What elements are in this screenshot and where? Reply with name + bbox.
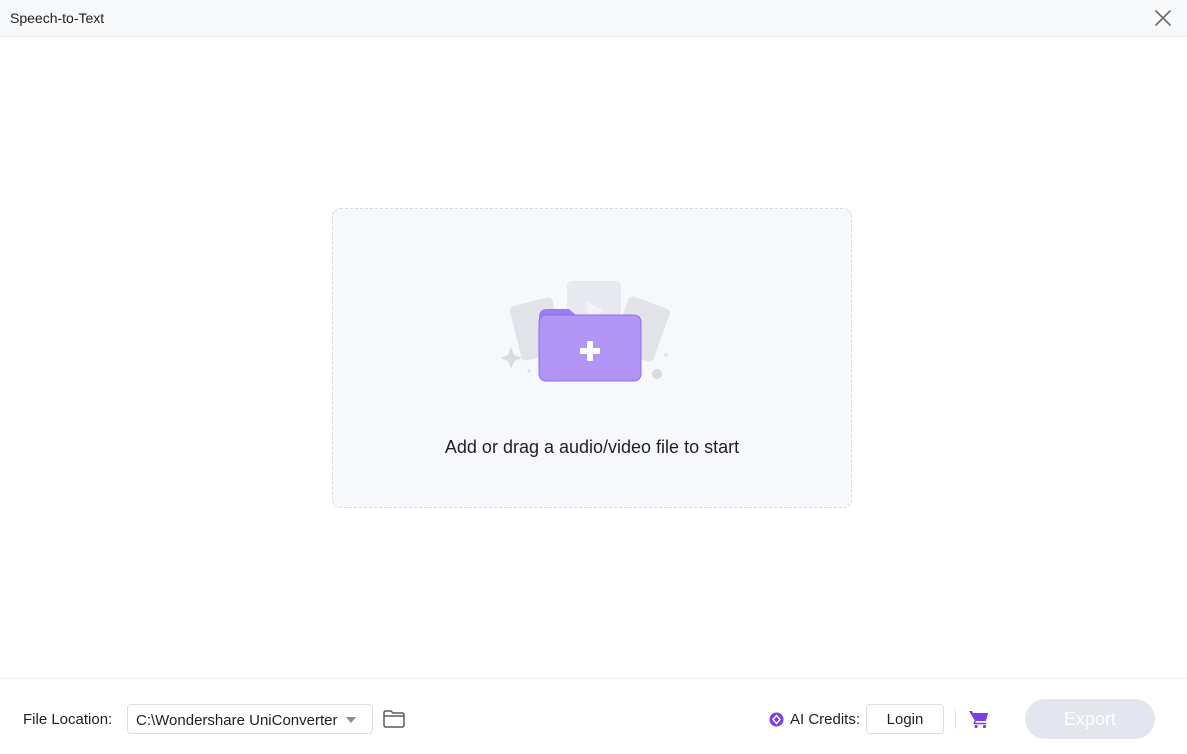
file-location-label: File Location:: [23, 711, 113, 728]
file-location-dropdown[interactable]: C:\Wondershare UniConverter: [127, 704, 373, 734]
open-folder-button[interactable]: [382, 709, 406, 729]
cart-icon: [969, 711, 988, 729]
file-location-value: C:\Wondershare UniConverter: [136, 712, 338, 729]
footer-bar: File Location: C:\Wondershare UniConvert…: [0, 678, 1187, 754]
ai-credits-icon: [769, 712, 784, 727]
title-bar: Speech-to-Text: [0, 0, 1187, 37]
export-button[interactable]: Export: [1025, 699, 1155, 739]
chevron-down-icon: [346, 717, 356, 723]
window-title: Speech-to-Text: [10, 10, 105, 26]
drop-zone-prompt: Add or drag a audio/video file to start: [444, 437, 740, 457]
cart-button[interactable]: [968, 709, 990, 729]
folder-icon: [383, 710, 405, 728]
add-folder-icon: [501, 281, 670, 382]
footer-divider: [955, 709, 956, 729]
file-drop-zone[interactable]: Add or drag a audio/video file to start: [332, 208, 852, 508]
ai-credits-label: AI Credits:: [790, 711, 861, 728]
login-button[interactable]: Login: [866, 704, 944, 734]
speech-to-text-window: Speech-to-Text Add or drag a audio/video…: [0, 0, 1187, 754]
close-button[interactable]: [1153, 8, 1173, 28]
close-icon: [1155, 10, 1171, 26]
